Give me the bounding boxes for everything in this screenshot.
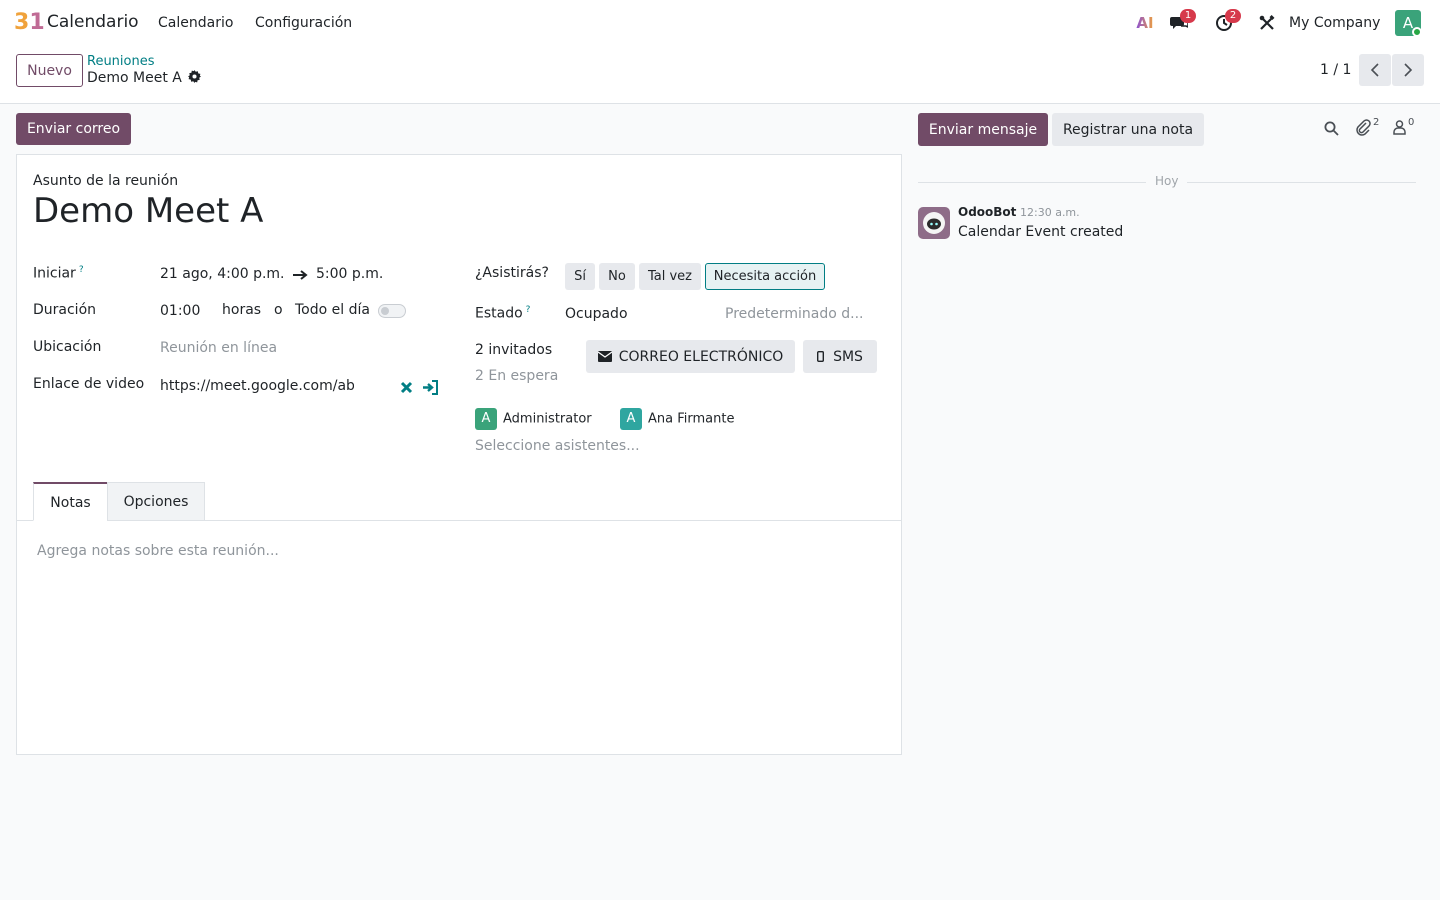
- message-time: 12:30 a.m.: [1020, 206, 1080, 219]
- subject-field[interactable]: Demo Meet A: [33, 191, 263, 231]
- pager-value[interactable]: 1 / 1: [1320, 62, 1351, 78]
- odoobot-avatar[interactable]: [918, 207, 950, 239]
- followers-count: 0: [1408, 117, 1415, 128]
- new-button[interactable]: Nuevo: [16, 54, 83, 87]
- breadcrumb-reuniones[interactable]: Reuniones: [87, 54, 155, 69]
- pager-previous-button[interactable]: [1359, 54, 1391, 86]
- envelope-icon: [597, 351, 612, 362]
- company-switcher[interactable]: My Company: [1289, 15, 1380, 31]
- message-author[interactable]: OdooBot: [958, 205, 1016, 219]
- end-time-field[interactable]: 5:00 p.m.: [316, 266, 383, 282]
- attachments-paperclip-icon[interactable]: [1355, 119, 1371, 140]
- activities-badge: 2: [1225, 9, 1241, 23]
- attendee-select-input[interactable]: Seleccione asistentes...: [475, 438, 640, 454]
- ai-icon[interactable]: AI: [1134, 12, 1156, 34]
- duration-field[interactable]: 01:00: [160, 303, 200, 319]
- notes-editor[interactable]: Agrega notas sobre esta reunión...: [37, 543, 279, 559]
- start-date-field[interactable]: 21 ago, 4:00 p.m.: [160, 266, 285, 282]
- messages-badge: 1: [1180, 9, 1196, 23]
- mobile-phone-icon: [817, 351, 825, 362]
- breadcrumb-current: Demo Meet A: [87, 70, 182, 86]
- location-label: Ubicación: [33, 339, 102, 355]
- control-panel: Nuevo Reuniones Demo Meet A 1 / 1: [0, 46, 1440, 104]
- date-separator: Hoy: [1155, 174, 1179, 188]
- location-input[interactable]: Reunión en línea: [160, 340, 277, 356]
- attendee-name: Administrator: [503, 411, 592, 427]
- attendee-chip[interactable]: A Administrator: [475, 408, 592, 430]
- menu-configuracion[interactable]: Configuración: [255, 15, 352, 31]
- invited-count[interactable]: 2 invitados: [475, 342, 552, 358]
- duration-label: Duración: [33, 302, 97, 318]
- form-sheet: Asunto de la reunión Demo Meet A Iniciar…: [16, 154, 902, 755]
- menu-calendario[interactable]: Calendario: [158, 15, 233, 31]
- chevron-left-icon: [1370, 63, 1379, 77]
- chevron-right-icon: [1404, 63, 1413, 77]
- attendee-avatar: A: [475, 408, 497, 430]
- email-attendees-button[interactable]: CORREO ELECTRÓNICO: [586, 340, 795, 373]
- attend-no-button[interactable]: No: [599, 263, 635, 290]
- top-navbar: 31 Calendario Calendario Configuración A…: [0, 0, 1440, 46]
- online-status-dot: [1412, 27, 1422, 37]
- calendar-app-icon[interactable]: 31: [14, 10, 45, 36]
- gear-icon[interactable]: [188, 70, 201, 87]
- send-message-button[interactable]: Enviar mensaje: [918, 113, 1048, 146]
- video-link-label: Enlace de video: [33, 376, 145, 392]
- messages-icon[interactable]: 1: [1168, 9, 1196, 34]
- tools-icon[interactable]: [1256, 12, 1278, 34]
- status-field[interactable]: Ocupado: [565, 306, 628, 322]
- attachments-count: 2: [1373, 117, 1380, 128]
- arrow-right-icon: [293, 269, 309, 285]
- sms-attendees-button[interactable]: SMS: [803, 340, 877, 373]
- pager-next-button[interactable]: [1392, 54, 1424, 86]
- log-note-button[interactable]: Registrar una nota: [1052, 113, 1204, 146]
- privacy-field[interactable]: Predeterminado d...: [725, 306, 864, 322]
- attend-label: ¿Asistirás?: [475, 265, 549, 281]
- attend-needs-action-button[interactable]: Necesita acción: [705, 263, 825, 290]
- join-meeting-icon[interactable]: [423, 380, 439, 399]
- or-word: o: [274, 302, 283, 318]
- attend-maybe-button[interactable]: Tal vez: [639, 263, 701, 290]
- video-link-field[interactable]: https://meet.google.com/ab: [160, 378, 354, 394]
- message-body: Calendar Event created: [958, 224, 1124, 240]
- app-title[interactable]: Calendario: [47, 12, 139, 32]
- email-attendees-label: CORREO ELECTRÓNICO: [618, 348, 784, 365]
- sms-label: SMS: [833, 348, 863, 365]
- attendee-name: Ana Firmante: [648, 411, 735, 427]
- activities-clock-icon[interactable]: 2: [1213, 9, 1241, 34]
- tab-opciones[interactable]: Opciones: [107, 482, 205, 521]
- hours-word: horas: [222, 302, 262, 318]
- tab-notas[interactable]: Notas: [33, 482, 108, 521]
- send-email-button[interactable]: Enviar correo: [16, 113, 131, 145]
- status-label: Estado?: [475, 305, 531, 322]
- allday-toggle[interactable]: [378, 304, 406, 318]
- attendee-avatar: A: [620, 408, 642, 430]
- attendee-chip[interactable]: A Ana Firmante: [620, 408, 734, 430]
- allday-label: Todo el día: [295, 302, 370, 318]
- search-icon[interactable]: [1324, 121, 1339, 140]
- date-separator-line: [918, 182, 1146, 183]
- start-label: Iniciar?: [33, 265, 84, 282]
- date-separator-line: [1187, 182, 1416, 183]
- followers-icon[interactable]: [1393, 120, 1406, 139]
- subject-label: Asunto de la reunión: [33, 173, 179, 189]
- attend-yes-button[interactable]: Sí: [565, 263, 595, 290]
- clear-link-icon[interactable]: [400, 381, 413, 398]
- waiting-count: 2 En espera: [475, 368, 559, 384]
